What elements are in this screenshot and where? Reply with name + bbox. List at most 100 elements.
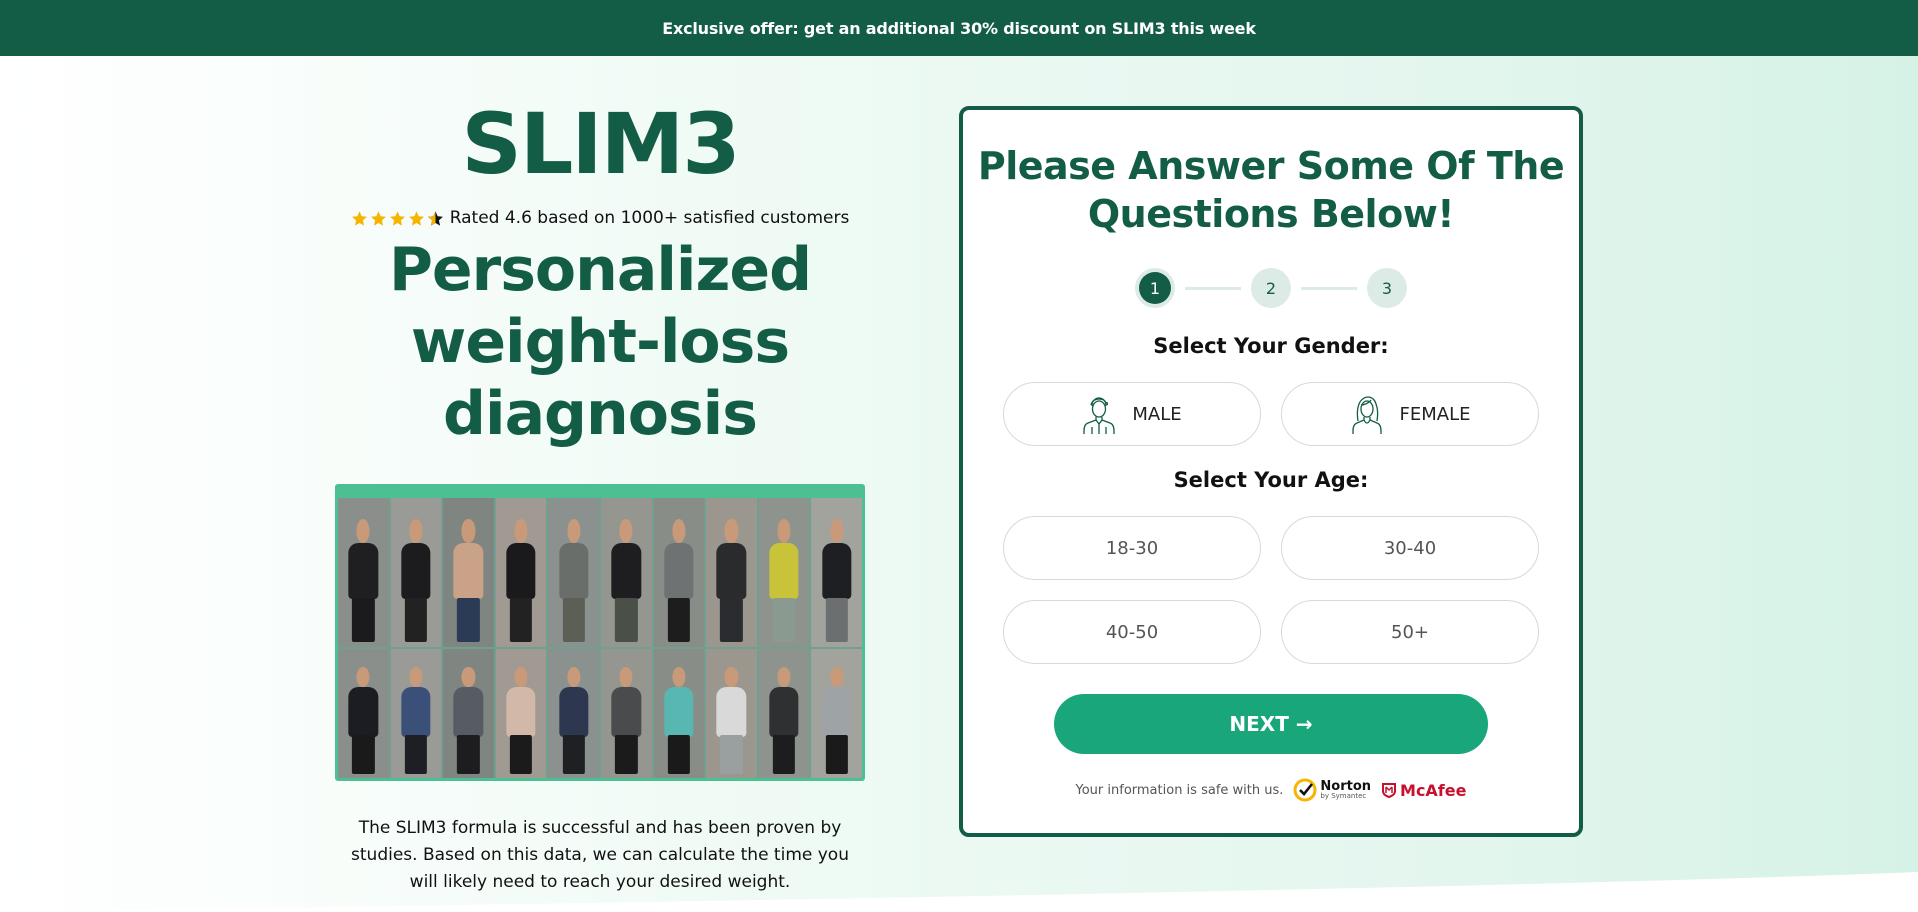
photo-person-head bbox=[514, 518, 528, 543]
rating-stars bbox=[351, 210, 444, 227]
photo-person-head bbox=[830, 666, 844, 688]
photo-person-head bbox=[672, 666, 686, 688]
age-question-label: Select Your Age: bbox=[1173, 468, 1369, 492]
promo-banner: Exclusive offer: get an additional 30% d… bbox=[0, 0, 1918, 56]
photo-person-legs bbox=[772, 597, 796, 643]
before-after-photo-collage bbox=[335, 484, 865, 781]
collage-photo bbox=[495, 498, 547, 647]
photo-person-legs bbox=[352, 735, 375, 775]
collage-photo bbox=[758, 498, 810, 647]
mcafee-label: McAfee bbox=[1400, 780, 1467, 800]
photo-person-legs bbox=[825, 597, 848, 643]
hero-description: The SLIM3 formula is successful and has … bbox=[351, 818, 849, 892]
photo-person-legs bbox=[615, 735, 638, 775]
photo-person-torso bbox=[506, 687, 536, 737]
collage-photo bbox=[390, 498, 442, 647]
age-options: 18-30 30-40 40-50 50+ bbox=[963, 516, 1579, 664]
photo-person-legs bbox=[772, 735, 796, 775]
photo-person-head bbox=[356, 666, 370, 688]
gender-question-label: Select Your Gender: bbox=[1153, 334, 1389, 358]
collage-photo bbox=[443, 648, 494, 778]
star-icon bbox=[370, 210, 386, 226]
photo-person-legs bbox=[825, 735, 848, 775]
star-icon bbox=[389, 210, 405, 226]
photo-person-legs bbox=[562, 735, 585, 775]
photo-person-torso bbox=[769, 687, 799, 737]
collage-photo bbox=[811, 648, 862, 778]
photo-person-torso bbox=[559, 687, 589, 737]
collage-photo bbox=[338, 498, 389, 647]
age-option-50-plus[interactable]: 50+ bbox=[1281, 600, 1539, 664]
gender-male-button[interactable]: MALE bbox=[1003, 382, 1261, 446]
photo-person-legs bbox=[615, 597, 638, 643]
photo-person-legs bbox=[667, 597, 691, 643]
age-option-30-40[interactable]: 30-40 bbox=[1281, 516, 1539, 580]
male-avatar-icon bbox=[1083, 397, 1116, 434]
background-wave bbox=[0, 872, 1918, 912]
step-connector bbox=[1301, 286, 1357, 290]
collage-photo bbox=[548, 648, 599, 778]
gender-female-button[interactable]: FEMALE bbox=[1281, 382, 1539, 446]
photo-person-torso bbox=[611, 687, 641, 737]
photo-person-torso bbox=[453, 687, 484, 737]
star-icon bbox=[408, 210, 424, 226]
step-2: 2 bbox=[1251, 268, 1291, 308]
photo-person-head bbox=[409, 666, 423, 688]
collage-photo bbox=[758, 648, 810, 778]
star-icon bbox=[351, 210, 367, 226]
photo-person-legs bbox=[352, 597, 375, 643]
photo-person-legs bbox=[509, 735, 533, 775]
age-option-18-30[interactable]: 18-30 bbox=[1003, 516, 1261, 580]
photo-person-head bbox=[461, 518, 476, 543]
norton-check-icon bbox=[1293, 778, 1317, 802]
female-avatar-icon bbox=[1351, 396, 1382, 434]
photo-person-head bbox=[777, 666, 791, 688]
photo-person-torso bbox=[348, 542, 378, 600]
collage-photo bbox=[811, 498, 862, 647]
photo-person-legs bbox=[667, 735, 691, 775]
photo-person-head bbox=[461, 666, 476, 688]
collage-photo bbox=[495, 648, 547, 778]
photo-person-legs bbox=[404, 735, 428, 775]
norton-badge: Norton by Symantec bbox=[1293, 778, 1371, 802]
step-connector bbox=[1185, 286, 1241, 290]
photo-person-torso bbox=[769, 542, 799, 600]
photo-person-head bbox=[356, 518, 370, 543]
collage-photo bbox=[390, 648, 442, 778]
photo-person-legs bbox=[562, 597, 585, 643]
collage-photo bbox=[706, 648, 757, 778]
photo-person-torso bbox=[822, 542, 852, 600]
security-text: Your information is safe with us. bbox=[1075, 782, 1284, 798]
collage-photo bbox=[338, 648, 389, 778]
photo-person-torso bbox=[716, 542, 747, 600]
step-3: 3 bbox=[1367, 268, 1407, 308]
gender-male-label: MALE bbox=[1132, 403, 1182, 425]
photo-person-legs bbox=[404, 597, 428, 643]
photo-person-torso bbox=[401, 542, 431, 600]
mcafee-badge: McAfee bbox=[1381, 781, 1466, 800]
step-1: 1 bbox=[1139, 272, 1171, 304]
photo-person-head bbox=[619, 518, 633, 543]
next-button[interactable]: NEXT → bbox=[1054, 694, 1488, 754]
norton-sublabel: by Symantec bbox=[1320, 792, 1367, 800]
photo-person-torso bbox=[611, 542, 641, 600]
quiz-card: Please Answer Some Of The Questions Belo… bbox=[959, 106, 1583, 837]
quiz-title: Please Answer Some Of The Questions Belo… bbox=[977, 144, 1565, 236]
photo-person-head bbox=[567, 666, 581, 688]
collage-photo bbox=[653, 498, 705, 647]
photo-person-head bbox=[409, 518, 423, 543]
photo-person-head bbox=[724, 666, 739, 688]
photo-person-torso bbox=[664, 542, 694, 600]
photo-person-legs bbox=[457, 735, 480, 775]
photo-person-legs bbox=[457, 597, 480, 643]
collage-photo bbox=[600, 498, 652, 647]
collage-photo bbox=[443, 498, 494, 647]
age-option-40-50[interactable]: 40-50 bbox=[1003, 600, 1261, 664]
photo-person-legs bbox=[720, 735, 743, 775]
photo-person-head bbox=[514, 666, 528, 688]
hero-headline: Personalized weight-loss diagnosis bbox=[388, 235, 812, 449]
photo-person-head bbox=[619, 666, 633, 688]
gender-female-label: FEMALE bbox=[1399, 403, 1471, 425]
rating-row: Rated 4.6 based on 1000+ satisfied custo… bbox=[330, 208, 870, 228]
gender-options: MALE FEMALE bbox=[963, 382, 1579, 446]
